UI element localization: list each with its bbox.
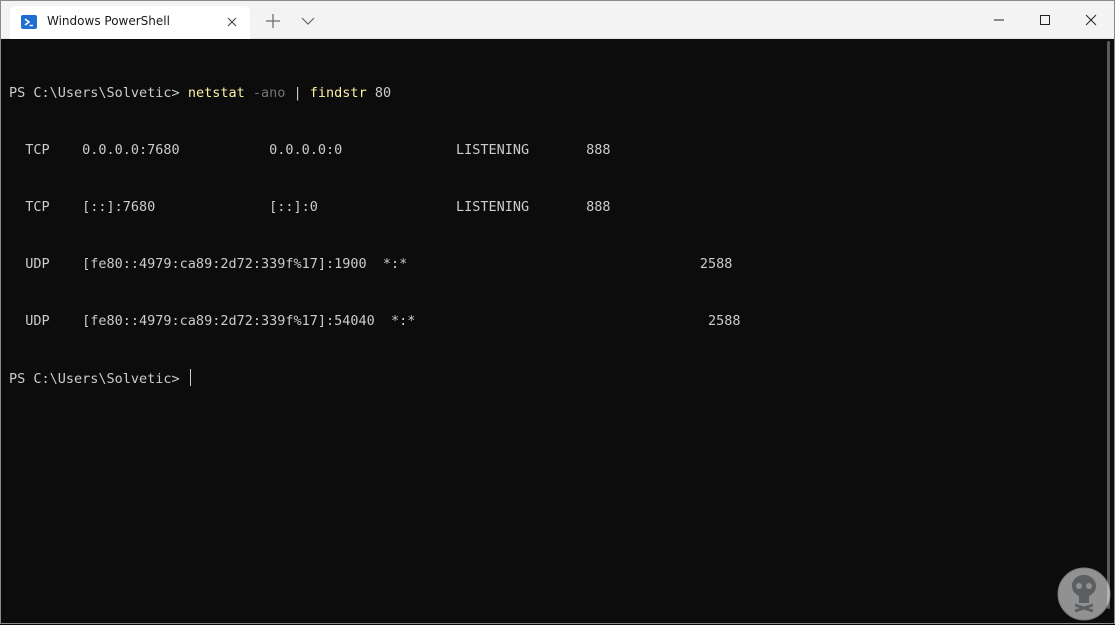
tab-dropdown-chevron-down-icon[interactable] [299, 12, 317, 30]
maximize-button[interactable] [1022, 1, 1068, 39]
prompt: PS C:\Users\Solvetic> [9, 85, 188, 101]
solvetic-logo-icon [1057, 567, 1111, 621]
output-line: TCP [::]:7680 [::]:0 LISTENING 888 [9, 199, 611, 215]
close-icon [1085, 14, 1097, 26]
maximize-icon [1040, 15, 1050, 25]
scrollbar-thumb[interactable] [1107, 41, 1110, 609]
filter-command: findstr [309, 85, 367, 101]
vertical-scrollbar[interactable] [1107, 41, 1110, 609]
command-line: PS C:\Users\Solvetic> netstat -ano | fin… [9, 84, 1101, 103]
minimize-button[interactable] [976, 1, 1022, 39]
tab-windows-powershell[interactable]: Windows PowerShell [10, 6, 250, 39]
command-param: -ano [252, 85, 286, 101]
new-tab-plus-icon[interactable] [264, 12, 282, 30]
prompt: PS C:\Users\Solvetic> [9, 371, 188, 387]
filter-argument: 80 [374, 85, 392, 101]
pipe-operator: | [293, 85, 302, 101]
powershell-icon [21, 14, 37, 30]
tab-title: Windows PowerShell [47, 14, 170, 28]
minimize-icon [994, 19, 1004, 21]
output-line: TCP 0.0.0.0:7680 0.0.0.0:0 LISTENING 888 [9, 142, 611, 158]
powershell-window: Windows PowerShell PS C:\Users\Solvetic>… [0, 0, 1115, 624]
output-line: UDP [fe80::4979:ca89:2d72:339f%17]:1900 … [9, 256, 733, 272]
text-cursor [189, 369, 191, 386]
command-name: netstat [187, 85, 245, 101]
close-window-button[interactable] [1068, 1, 1114, 39]
terminal-output[interactable]: PS C:\Users\Solvetic> netstat -ano | fin… [1, 40, 1101, 624]
output-line: UDP [fe80::4979:ca89:2d72:339f%17]:54040… [9, 313, 741, 329]
final-prompt-line: PS C:\Users\Solvetic> [9, 369, 1101, 388]
tab-close-icon[interactable] [224, 14, 240, 30]
title-bar: Windows PowerShell [1, 1, 1114, 39]
